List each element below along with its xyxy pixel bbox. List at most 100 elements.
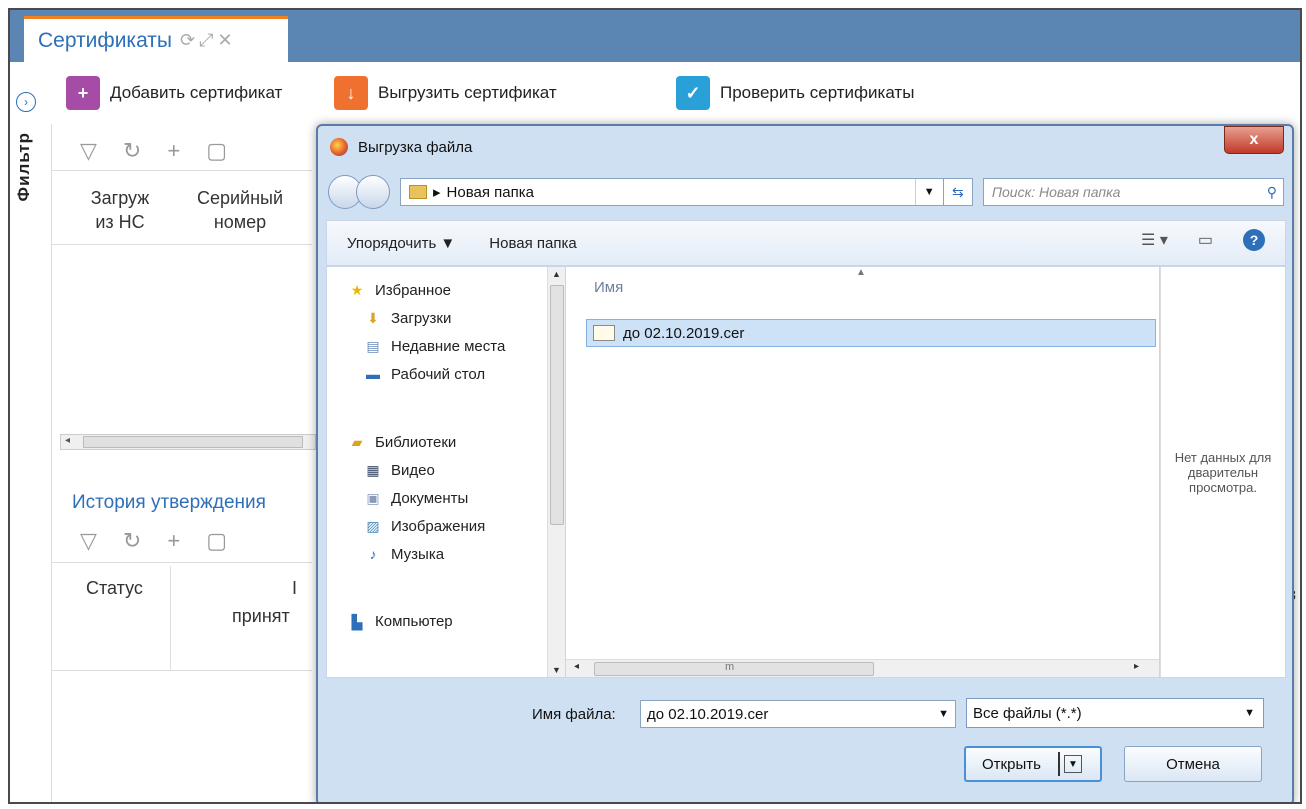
- app-window: Сертификаты ⟳ ⤢ ✕ › + Добавить сертифика…: [8, 8, 1302, 804]
- expand-icon[interactable]: ⤢: [199, 30, 213, 51]
- nav-item-computer[interactable]: ▙ Компьютер: [347, 613, 453, 631]
- documents-icon: ▣: [366, 489, 380, 506]
- file-list-pane: ▲ Имя до 02.10.2019.cer ◂ m ▸: [566, 266, 1160, 678]
- search-icon[interactable]: ⚲: [1267, 184, 1277, 201]
- nav-item-pictures[interactable]: ▨ Изображения: [363, 517, 485, 535]
- filename-label: Имя файла:: [532, 706, 616, 723]
- delete-icon[interactable]: ▢: [206, 528, 227, 554]
- reload-icon[interactable]: ↻: [123, 138, 141, 164]
- check-certificates-button[interactable]: ✓ Проверить сертификаты: [676, 76, 914, 110]
- column-header-serial[interactable]: Серийный номер: [180, 186, 300, 234]
- table-horizontal-scrollbar[interactable]: ◂: [60, 434, 316, 450]
- address-bar[interactable]: ▸ Новая папка ▼: [400, 178, 944, 206]
- column-header-accepted[interactable]: принят: [232, 604, 322, 628]
- refresh-icon[interactable]: ⟳: [180, 30, 195, 51]
- nav-item-favorites[interactable]: ★ Избранное: [347, 281, 451, 299]
- column-header-status[interactable]: Статус: [86, 576, 166, 600]
- dialog-titlebar[interactable]: Выгрузка файла: [318, 126, 1292, 168]
- chevron-down-icon[interactable]: ▼: [1244, 707, 1255, 719]
- desktop-icon: ▬: [366, 366, 380, 382]
- forward-button[interactable]: [356, 175, 390, 209]
- close-icon[interactable]: ✕: [218, 30, 233, 51]
- scroll-up-icon[interactable]: ▲: [552, 269, 561, 279]
- filter-icon[interactable]: ▽: [80, 138, 97, 164]
- file-list-horizontal-scrollbar[interactable]: ◂ m ▸: [566, 659, 1159, 677]
- downloads-icon: ⬇: [367, 309, 379, 326]
- filter-icon[interactable]: ▽: [80, 528, 97, 554]
- browser-icon: [330, 138, 348, 156]
- breadcrumb-arrow-icon: ▸: [433, 184, 441, 201]
- chevron-down-icon[interactable]: ▼: [938, 708, 949, 720]
- scroll-left-icon[interactable]: ◂: [65, 435, 70, 446]
- nav-item-label: Библиотеки: [375, 433, 457, 451]
- scroll-right-icon[interactable]: ▸: [1134, 661, 1139, 672]
- nav-item-downloads[interactable]: ⬇ Загрузки: [363, 309, 451, 327]
- nav-item-documents[interactable]: ▣ Документы: [363, 489, 468, 507]
- new-folder-button[interactable]: Новая папка: [489, 235, 576, 252]
- chevron-down-icon[interactable]: ▼: [914, 179, 943, 205]
- column-header-name[interactable]: Имя: [594, 279, 623, 296]
- reload-icon[interactable]: ↻: [123, 528, 141, 554]
- nav-item-recent[interactable]: ▤ Недавние места: [363, 337, 505, 355]
- delete-icon[interactable]: ▢: [206, 138, 227, 164]
- divider: [52, 244, 312, 245]
- navigation-scroll-thumb[interactable]: [550, 285, 564, 525]
- nav-item-label: Недавние места: [391, 337, 506, 355]
- file-list-scroll-thumb[interactable]: m: [594, 661, 874, 676]
- column-header-serial-line2: номер: [213, 212, 267, 232]
- cancel-button[interactable]: Отмена: [1124, 746, 1262, 782]
- open-dropdown-icon[interactable]: ▼: [1064, 755, 1082, 773]
- organize-button[interactable]: Упорядочить ▼: [347, 235, 455, 252]
- add-certificate-button[interactable]: + Добавить сертификат: [66, 76, 282, 110]
- scroll-left-icon[interactable]: ◂: [574, 661, 579, 672]
- table-horizontal-scroll-thumb[interactable]: [83, 436, 303, 448]
- search-input[interactable]: Поиск: Новая папка ⚲: [982, 178, 1284, 206]
- column-header-serial-line1: Серийный: [196, 188, 284, 208]
- filter-panel[interactable]: Фильтр: [10, 124, 52, 802]
- view-options-icon[interactable]: ☰ ▾: [1141, 230, 1168, 250]
- navigation-pane: ★ Избранное ⬇ Загрузки ▤ Недавние места …: [326, 266, 566, 678]
- refresh-button[interactable]: ⇆: [943, 178, 973, 206]
- table-toolbar: ▽ ↻ + ▢: [80, 138, 227, 164]
- nav-item-desktop[interactable]: ▬ Рабочий стол: [363, 365, 485, 383]
- navigation-vertical-scrollbar[interactable]: ▲ ▼: [547, 267, 565, 677]
- filename-input[interactable]: до 02.10.2019.cer ▼: [640, 700, 956, 728]
- file-row-selected[interactable]: до 02.10.2019.cer: [586, 319, 1156, 347]
- export-certificate-icon: ↓: [334, 76, 368, 110]
- help-icon[interactable]: ?: [1243, 229, 1265, 251]
- nav-item-label: Рабочий стол: [391, 365, 486, 383]
- divider: [52, 170, 312, 171]
- nav-item-music[interactable]: ♪ Музыка: [363, 545, 445, 563]
- add-icon[interactable]: +: [167, 138, 180, 164]
- save-file-dialog: Выгрузка файла x ▸ Новая папка ▼ ⇆ Поиск…: [316, 124, 1294, 802]
- tab-certificates[interactable]: Сертификаты ⟳ ⤢ ✕: [24, 16, 288, 62]
- history-title: История утверждения: [72, 492, 266, 513]
- address-path: Новая папка: [446, 183, 534, 201]
- nav-item-libraries[interactable]: ▰ Библиотеки: [347, 433, 457, 451]
- dialog-title: Выгрузка файла: [358, 138, 473, 156]
- nav-item-label: Компьютер: [375, 613, 453, 630]
- add-icon[interactable]: +: [167, 528, 180, 554]
- nav-item-label: Музыка: [391, 545, 445, 563]
- expand-panel-icon[interactable]: ›: [16, 92, 36, 112]
- filetype-select[interactable]: Все файлы (*.*) ▼: [966, 698, 1264, 728]
- nav-item-video[interactable]: ▦ Видео: [363, 461, 434, 479]
- music-icon: ♪: [369, 546, 377, 562]
- recent-places-icon: ▤: [366, 337, 380, 354]
- nav-item-label: Документы: [391, 489, 469, 507]
- export-certificate-button[interactable]: ↓ Выгрузить сертификат: [334, 76, 557, 110]
- command-bar: Упорядочить ▼ Новая папка ☰ ▾ ▭ ?: [326, 220, 1286, 266]
- dialog-close-button[interactable]: x: [1224, 126, 1284, 154]
- scroll-down-icon[interactable]: ▼: [552, 665, 561, 675]
- libraries-icon: ▰: [351, 433, 363, 450]
- scroll-thumb-grip: m: [725, 661, 735, 673]
- preview-text: Нет данных для дварительн просмотра.: [1174, 449, 1272, 495]
- column-header-partial-top: I: [292, 578, 298, 598]
- nav-item-label: Избранное: [375, 281, 452, 299]
- column-header-loaded-line2: из НС: [95, 212, 145, 232]
- address-row: ▸ Новая папка ▼ ⇆ Поиск: Новая папка ⚲: [328, 174, 1284, 210]
- open-button[interactable]: Открыть ▼: [964, 746, 1102, 782]
- preview-pane-icon[interactable]: ▭: [1198, 230, 1213, 250]
- column-header-loaded[interactable]: Загруж из НС: [80, 186, 160, 234]
- video-icon: ▦: [366, 461, 380, 478]
